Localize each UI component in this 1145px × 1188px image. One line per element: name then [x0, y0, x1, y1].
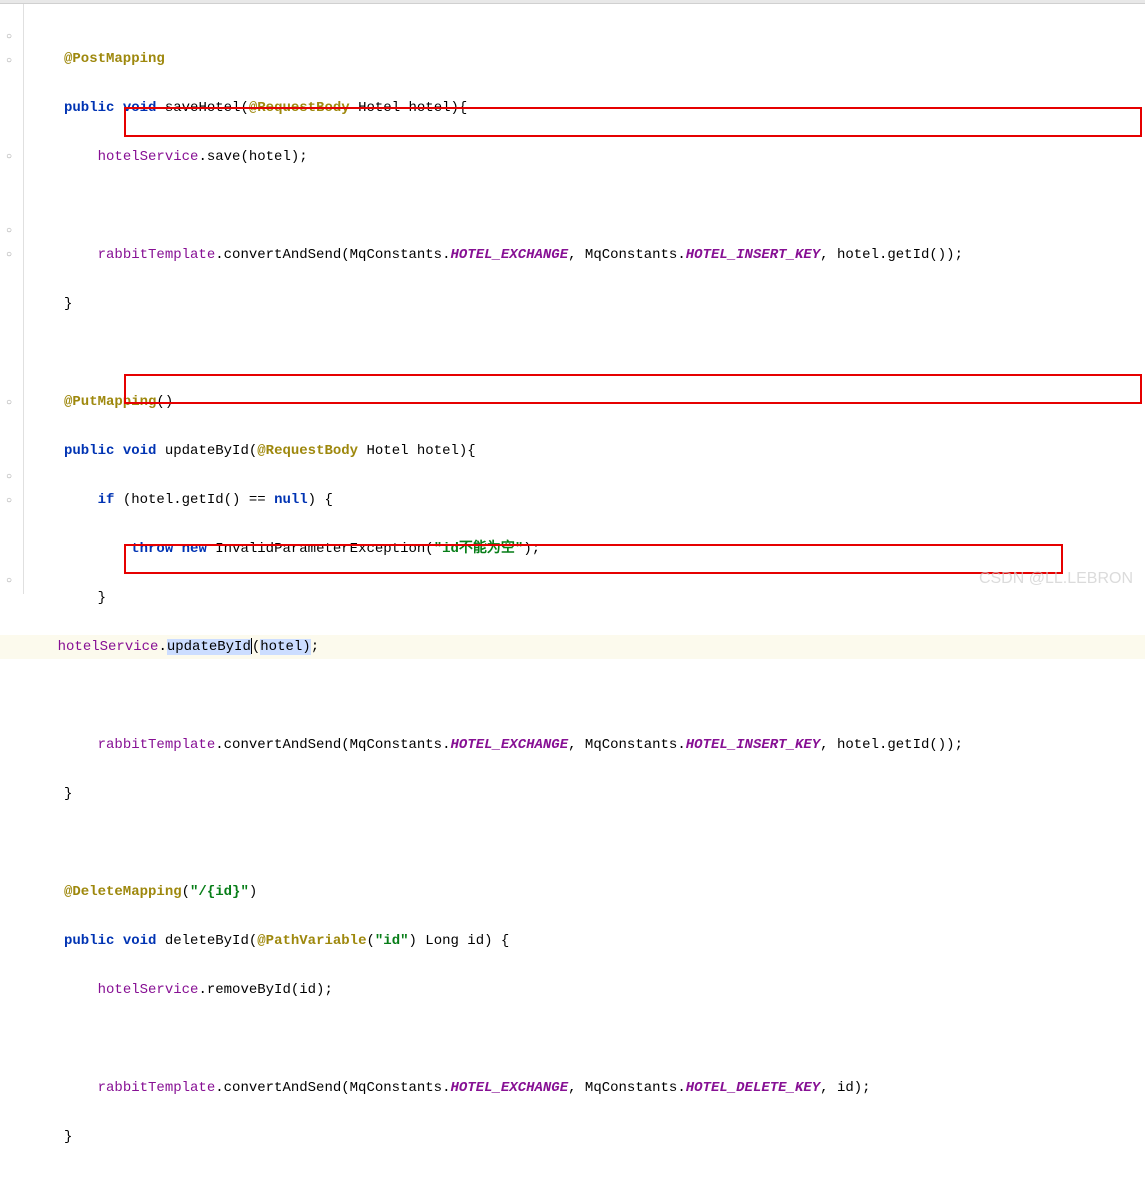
- keyword: public: [64, 933, 114, 949]
- code-text: .convertAndSend(MqConstants.: [215, 247, 450, 263]
- code-text: (hotel.getId() ==: [114, 492, 274, 508]
- keyword: void: [123, 100, 157, 116]
- code-text: ): [249, 884, 257, 900]
- keyword: void: [123, 443, 157, 459]
- field-ref: hotelService: [98, 982, 199, 998]
- string-literal: "/{id}": [190, 884, 249, 900]
- code-text: ;: [311, 639, 319, 655]
- keyword: public: [64, 443, 114, 459]
- annotation: @DeleteMapping: [64, 884, 182, 900]
- selection: updateById: [167, 639, 251, 655]
- keyword: if: [98, 492, 115, 508]
- code-text: .removeById(id);: [198, 982, 332, 998]
- keyword: new: [182, 541, 207, 557]
- static-const: HOTEL_EXCHANGE: [450, 1080, 568, 1096]
- editor-container: ○ ○ ○ ○ ○ ○ ○ ○ ○ @PostMapping public vo…: [0, 4, 1145, 594]
- code-text: deleteById(: [156, 933, 257, 949]
- field-ref: rabbitTemplate: [98, 247, 216, 263]
- annotation: @RequestBody: [257, 443, 358, 459]
- code-text: (: [366, 933, 374, 949]
- gutter-marker-icon: ○: [6, 32, 18, 44]
- code-text: .save(hotel);: [198, 149, 307, 165]
- gutter-marker-icon: ○: [6, 496, 18, 508]
- code-text: ) {: [308, 492, 333, 508]
- code-editor[interactable]: @PostMapping public void saveHotel(@Requ…: [24, 4, 1145, 594]
- gutter-marker-icon: ○: [6, 226, 18, 238]
- annotation: @RequestBody: [249, 100, 350, 116]
- code-text: ) Long id) {: [409, 933, 510, 949]
- static-const: HOTEL_EXCHANGE: [450, 737, 568, 753]
- annotation: @PathVariable: [257, 933, 366, 949]
- code-text: .convertAndSend(MqConstants.: [215, 737, 450, 753]
- code-text: (: [182, 884, 190, 900]
- gutter-marker-icon: ○: [6, 56, 18, 68]
- gutter-marker-icon: ○: [6, 398, 18, 410]
- code-text: saveHotel(: [156, 100, 248, 116]
- annotation: @PostMapping: [64, 51, 165, 67]
- code-text: );: [523, 541, 540, 557]
- code-text: Hotel hotel){: [358, 443, 476, 459]
- static-const: HOTEL_INSERT_KEY: [686, 737, 820, 753]
- annotation: @PutMapping: [64, 394, 156, 410]
- code-text: .: [158, 639, 166, 655]
- code-text: , MqConstants.: [568, 737, 686, 753]
- selection: hotel): [260, 639, 310, 655]
- brace: }: [64, 1129, 72, 1145]
- code-text: , hotel.getId());: [820, 737, 963, 753]
- code-text: , id);: [820, 1080, 870, 1096]
- code-text: (: [252, 639, 260, 655]
- static-const: HOTEL_DELETE_KEY: [686, 1080, 820, 1096]
- code-text: updateById(: [156, 443, 257, 459]
- gutter-marker-icon: ○: [6, 472, 18, 484]
- string-literal: "id不能为空": [434, 541, 524, 557]
- brace: }: [64, 296, 72, 312]
- brace: }: [64, 786, 72, 802]
- code-text: InvalidParameterException(: [207, 541, 434, 557]
- code-text: , MqConstants.: [568, 1080, 686, 1096]
- gutter: ○ ○ ○ ○ ○ ○ ○ ○ ○: [0, 4, 24, 594]
- field-ref: rabbitTemplate: [98, 737, 216, 753]
- static-const: HOTEL_INSERT_KEY: [686, 247, 820, 263]
- gutter-marker-icon: ○: [6, 152, 18, 164]
- keyword: void: [123, 933, 157, 949]
- field-ref: hotelService: [58, 639, 159, 655]
- code-text: Hotel hotel){: [350, 100, 468, 116]
- code-text: , MqConstants.: [568, 247, 686, 263]
- field-ref: hotelService: [98, 149, 199, 165]
- code-text: (): [156, 394, 173, 410]
- code-text: , hotel.getId());: [820, 247, 963, 263]
- code-text: .convertAndSend(MqConstants.: [215, 1080, 450, 1096]
- gutter-marker-icon: ○: [6, 250, 18, 262]
- watermark: CSDN @LL.LEBRON: [979, 570, 1133, 588]
- field-ref: rabbitTemplate: [98, 1080, 216, 1096]
- keyword: public: [64, 100, 114, 116]
- brace: }: [98, 590, 106, 606]
- keyword: throw: [131, 541, 173, 557]
- static-const: HOTEL_EXCHANGE: [450, 247, 568, 263]
- keyword: null: [274, 492, 308, 508]
- string-literal: "id": [375, 933, 409, 949]
- gutter-marker-icon: ○: [6, 576, 18, 588]
